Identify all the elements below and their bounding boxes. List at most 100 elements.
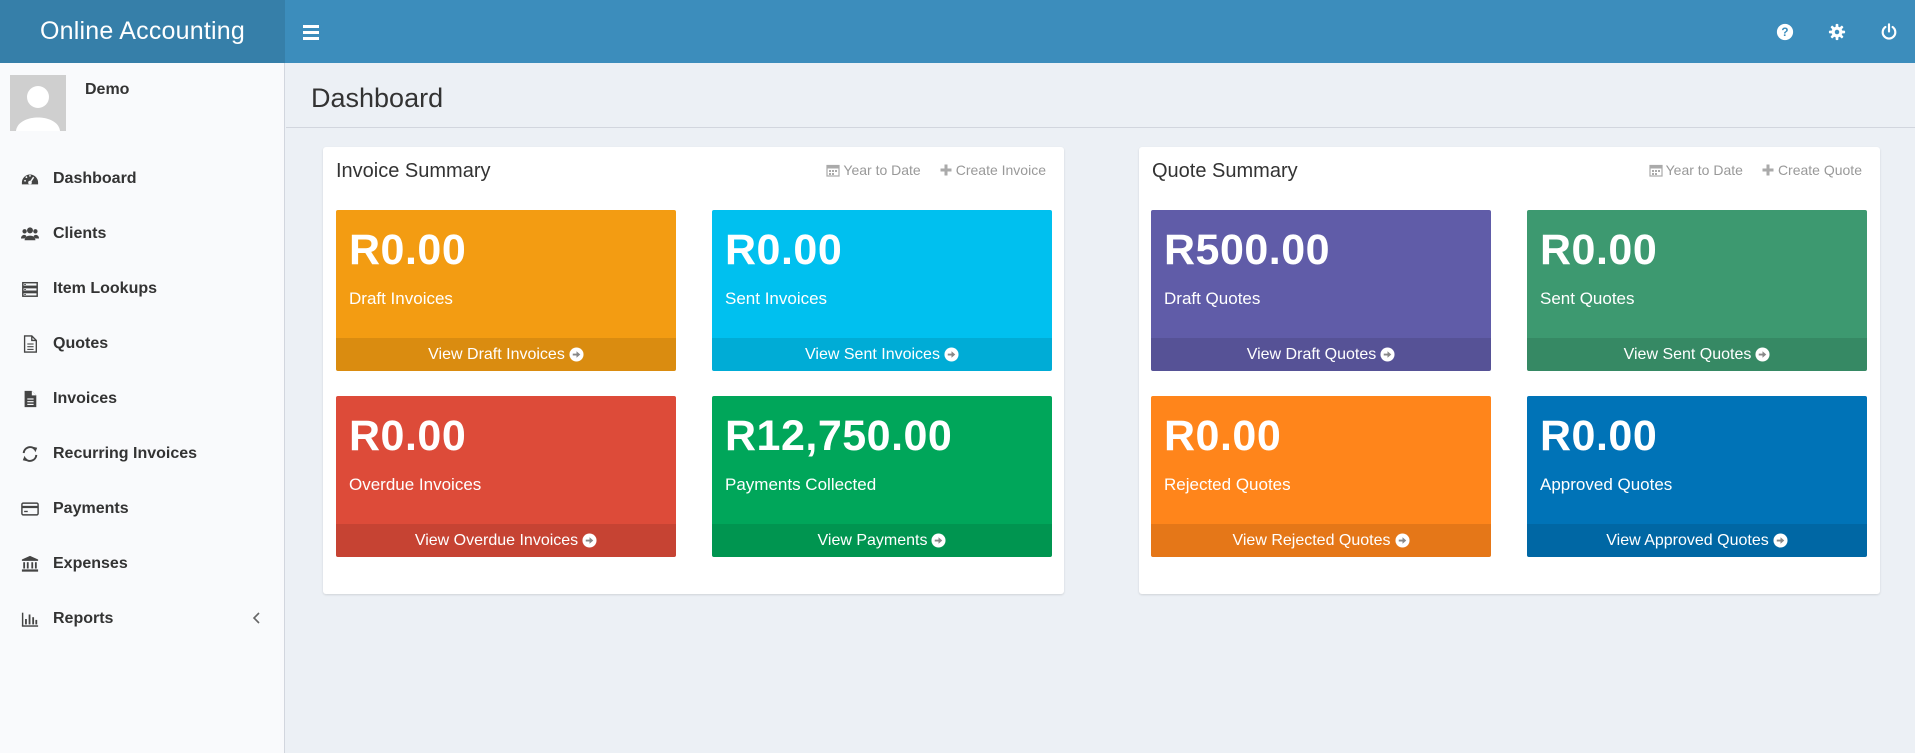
sent-invoices-tile: R0.00 Sent Invoices View Sent Invoices [712,210,1052,371]
arrow-circle-right-icon [1394,533,1410,548]
draft-quotes-tile: R500.00 Draft Quotes View Draft Quotes [1151,210,1491,371]
view-payments-link[interactable]: View Payments [712,524,1052,557]
approved-quotes-tile: R0.00 Approved Quotes View Approved Quot… [1527,396,1867,557]
sidebar-item-invoices[interactable]: Invoices [0,371,285,426]
create-quote-link[interactable]: Create Quote [1761,162,1862,178]
tile-link-label: View Draft Invoices [428,345,565,363]
sidebar-item-expenses[interactable]: Expenses [0,536,285,591]
tile-label: Approved Quotes [1540,475,1673,494]
overdue-invoices-tile: R0.00 Overdue Invoices View Overdue Invo… [336,396,676,557]
tile-amount: R0.00 [349,412,467,460]
view-sent-quotes-link[interactable]: View Sent Quotes [1527,338,1867,371]
quote-summary-tools: Year to Date Create Quote [1649,162,1862,178]
create-label: Create Invoice [955,162,1046,178]
tile-label: Overdue Invoices [349,475,482,494]
navbar-actions: ? [1759,0,1915,63]
sidebar-item-label: Quotes [53,334,109,352]
period-label: Year to Date [1665,162,1743,178]
tile-link-label: View Overdue Invoices [414,531,579,549]
arrow-circle-right-icon [931,533,947,548]
credit-card-icon [19,500,41,518]
view-draft-invoices-link[interactable]: View Draft Invoices [336,338,676,371]
svg-text:?: ? [1781,26,1788,39]
arrow-circle-right-icon [1755,347,1770,362]
tile-amount: R0.00 [1164,412,1282,460]
tile-label: Sent Quotes [1540,289,1635,308]
plus-icon [1762,164,1774,176]
invoice-summary-tools: Year to Date Create Invoice [826,162,1046,178]
sidebar-item-label: Invoices [53,389,118,407]
sidebar-item-quotes[interactable]: Quotes [0,316,285,371]
sidebar-item-recurring-invoices[interactable]: Recurring Invoices [0,426,285,481]
sidebar-item-clients[interactable]: Clients [0,206,285,261]
sidebar-item-item-lookups[interactable]: Item Lookups [0,261,285,316]
file-text-icon [19,390,41,408]
file-icon [19,334,41,353]
tile-label: Payments Collected [725,475,877,494]
view-sent-invoices-link[interactable]: View Sent Invoices [712,338,1052,371]
payments-collected-tile: R12,750.00 Payments Collected View Payme… [712,396,1052,557]
invoice-summary-title: Invoice Summary [336,160,491,182]
quote-summary-title: Quote Summary [1152,160,1298,182]
tile-link-label: View Rejected Quotes [1232,531,1391,549]
bank-icon [19,555,41,573]
users-icon [19,225,41,243]
tile-label: Draft Quotes [1164,289,1261,308]
view-overdue-invoices-link[interactable]: View Overdue Invoices [336,524,676,557]
tile-label: Draft Invoices [349,289,453,308]
arrow-circle-right-icon [582,533,597,548]
sidebar-item-label: Recurring Invoices [53,444,198,462]
bar-chart-icon [19,610,41,628]
user-panel: Demo [10,75,280,135]
view-draft-quotes-link[interactable]: View Draft Quotes [1151,338,1491,371]
tile-link-label: View Sent Quotes [1623,345,1752,363]
sidebar-item-payments[interactable]: Payments [0,481,285,536]
invoice-period-filter[interactable]: Year to Date [826,162,921,178]
sidebar-item-dashboard[interactable]: Dashboard [0,151,285,206]
view-rejected-quotes-link[interactable]: View Rejected Quotes [1151,524,1491,557]
top-navbar: Online Accounting ? [0,0,1915,63]
view-approved-quotes-link[interactable]: View Approved Quotes [1527,524,1867,557]
tile-link-label: View Sent Invoices [805,345,940,363]
page-title: Dashboard [311,83,444,113]
period-label: Year to Date [843,162,921,178]
sidebar-menu: Dashboard Clients Item Lookups Quotes In… [0,151,285,646]
plus-icon [940,164,952,176]
tile-link-label: View Approved Quotes [1606,531,1769,549]
tile-amount: R500.00 [1164,226,1331,274]
app-title[interactable]: Online Accounting [0,0,285,63]
refresh-icon [19,445,41,463]
tile-link-label: View Payments [817,531,928,549]
arrow-circle-right-icon [944,347,959,362]
sent-quotes-tile: R0.00 Sent Quotes View Sent Quotes [1527,210,1867,371]
sidebar-item-label: Expenses [53,554,128,572]
tile-label: Rejected Quotes [1164,475,1291,494]
gear-icon[interactable] [1811,0,1863,63]
avatar [10,75,66,131]
calendar-icon [1649,164,1663,177]
help-icon[interactable]: ? [1759,0,1811,63]
quote-period-filter[interactable]: Year to Date [1649,162,1743,178]
calendar-icon [826,164,840,177]
sidebar-item-label: Item Lookups [53,279,158,297]
arrow-circle-right-icon [1773,533,1788,548]
chevron-left-icon[interactable] [251,610,263,626]
content-header: Dashboard [286,63,1915,128]
tile-label: Sent Invoices [725,289,828,308]
sidebar-item-reports[interactable]: Reports [0,591,285,646]
create-label: Create Quote [1777,162,1862,178]
tile-amount: R0.00 [1540,412,1658,460]
sidebar: Demo Dashboard Clients Item Lookups Quot… [0,63,285,753]
tile-amount: R0.00 [1540,226,1658,274]
list-icon [19,280,41,298]
tile-amount: R0.00 [725,226,843,274]
create-invoice-link[interactable]: Create Invoice [939,162,1046,178]
sidebar-item-label: Reports [53,609,114,627]
tile-amount: R0.00 [349,226,467,274]
rejected-quotes-tile: R0.00 Rejected Quotes View Rejected Quot… [1151,396,1491,557]
hamburger-icon[interactable] [298,20,324,44]
power-icon[interactable] [1863,0,1915,63]
sidebar-item-label: Dashboard [53,169,137,187]
tile-link-label: View Draft Quotes [1246,345,1377,363]
tile-amount: R12,750.00 [725,412,953,460]
